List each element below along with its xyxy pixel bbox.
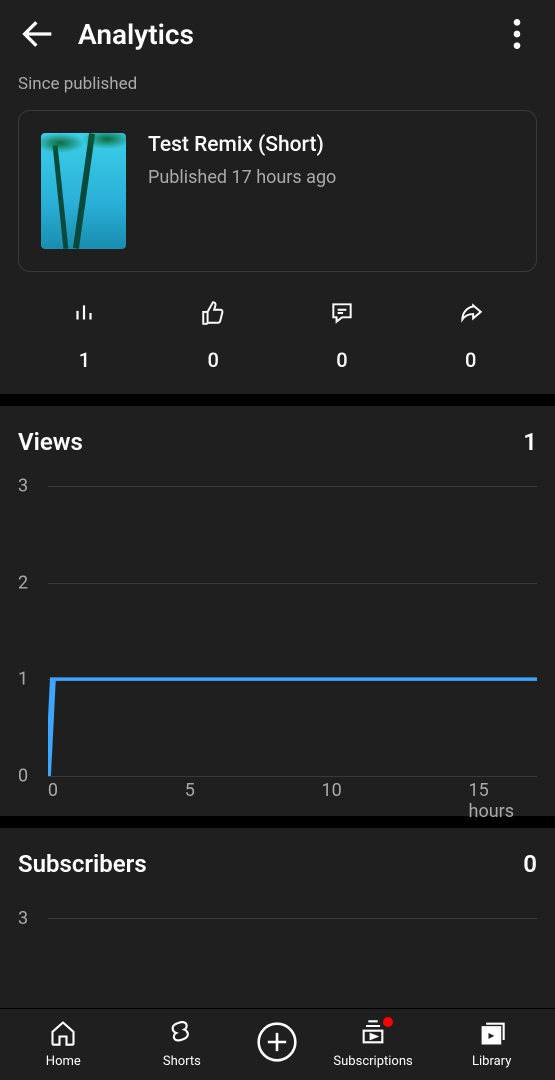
subscribers-total: 0 (523, 850, 537, 878)
views-line (48, 486, 537, 776)
chart-y-tick: 3 (18, 476, 28, 497)
nav-shorts[interactable]: Shorts (134, 1019, 230, 1069)
stat-likes[interactable]: 0 (183, 300, 243, 372)
views-total: 1 (523, 428, 537, 456)
thumbs-up-icon (200, 300, 226, 330)
chart-y-tick: 2 (18, 572, 28, 593)
analytics-bars-icon (71, 300, 97, 330)
chart-x-tick: 15 hours (469, 780, 537, 822)
notification-badge (383, 1017, 393, 1027)
subscribers-chart: 3 (18, 908, 537, 948)
chart-y-tick: 3 (18, 908, 28, 929)
stats-row: 1 0 0 0 (0, 272, 555, 394)
shorts-icon (168, 1019, 196, 1051)
back-icon[interactable] (18, 14, 58, 54)
stat-views[interactable]: 1 (54, 300, 114, 372)
stat-likes-value: 0 (207, 348, 218, 372)
page-title: Analytics (78, 18, 497, 51)
video-published: Published 17 hours ago (148, 167, 336, 188)
more-icon[interactable] (497, 14, 537, 54)
chart-x-tick: 5 (185, 780, 195, 801)
chart-y-tick: 0 (18, 766, 28, 787)
video-card[interactable]: Test Remix (Short) Published 17 hours ag… (18, 110, 537, 272)
stat-comments-value: 0 (336, 348, 347, 372)
nav-home[interactable]: Home (15, 1019, 111, 1069)
video-title: Test Remix (Short) (148, 133, 336, 157)
nav-subscriptions-label: Subscriptions (333, 1054, 412, 1069)
chart-x-tick: 10 (321, 780, 341, 801)
bottom-nav: Home Shorts Subscriptions Library (0, 1008, 555, 1080)
home-icon (49, 1019, 77, 1051)
nav-shorts-label: Shorts (163, 1054, 201, 1069)
library-icon (478, 1019, 506, 1051)
video-thumbnail (41, 133, 126, 249)
nav-library[interactable]: Library (444, 1019, 540, 1069)
views-chart: 3 2 1 0 0 5 10 15 hours (18, 486, 537, 806)
plus-circle-icon (255, 1020, 299, 1068)
stat-views-value: 1 (79, 348, 90, 372)
stat-shares-value: 0 (465, 348, 476, 372)
nav-create[interactable] (252, 1020, 302, 1068)
nav-subscriptions[interactable]: Subscriptions (325, 1019, 421, 1069)
chart-y-tick: 1 (18, 669, 28, 690)
subscribers-section: Subscribers 0 3 (0, 828, 555, 948)
subscribers-title: Subscribers (18, 850, 147, 878)
nav-library-label: Library (472, 1054, 511, 1069)
since-published-label: Since published (0, 68, 555, 110)
stat-comments[interactable]: 0 (312, 300, 372, 372)
stat-shares[interactable]: 0 (441, 300, 501, 372)
views-title: Views (18, 428, 83, 456)
share-icon (458, 300, 484, 330)
comment-icon (329, 300, 355, 330)
views-section: Views 1 3 2 1 0 0 5 10 (0, 406, 555, 816)
chart-x-tick: 0 (48, 780, 58, 801)
nav-home-label: Home (46, 1054, 81, 1069)
